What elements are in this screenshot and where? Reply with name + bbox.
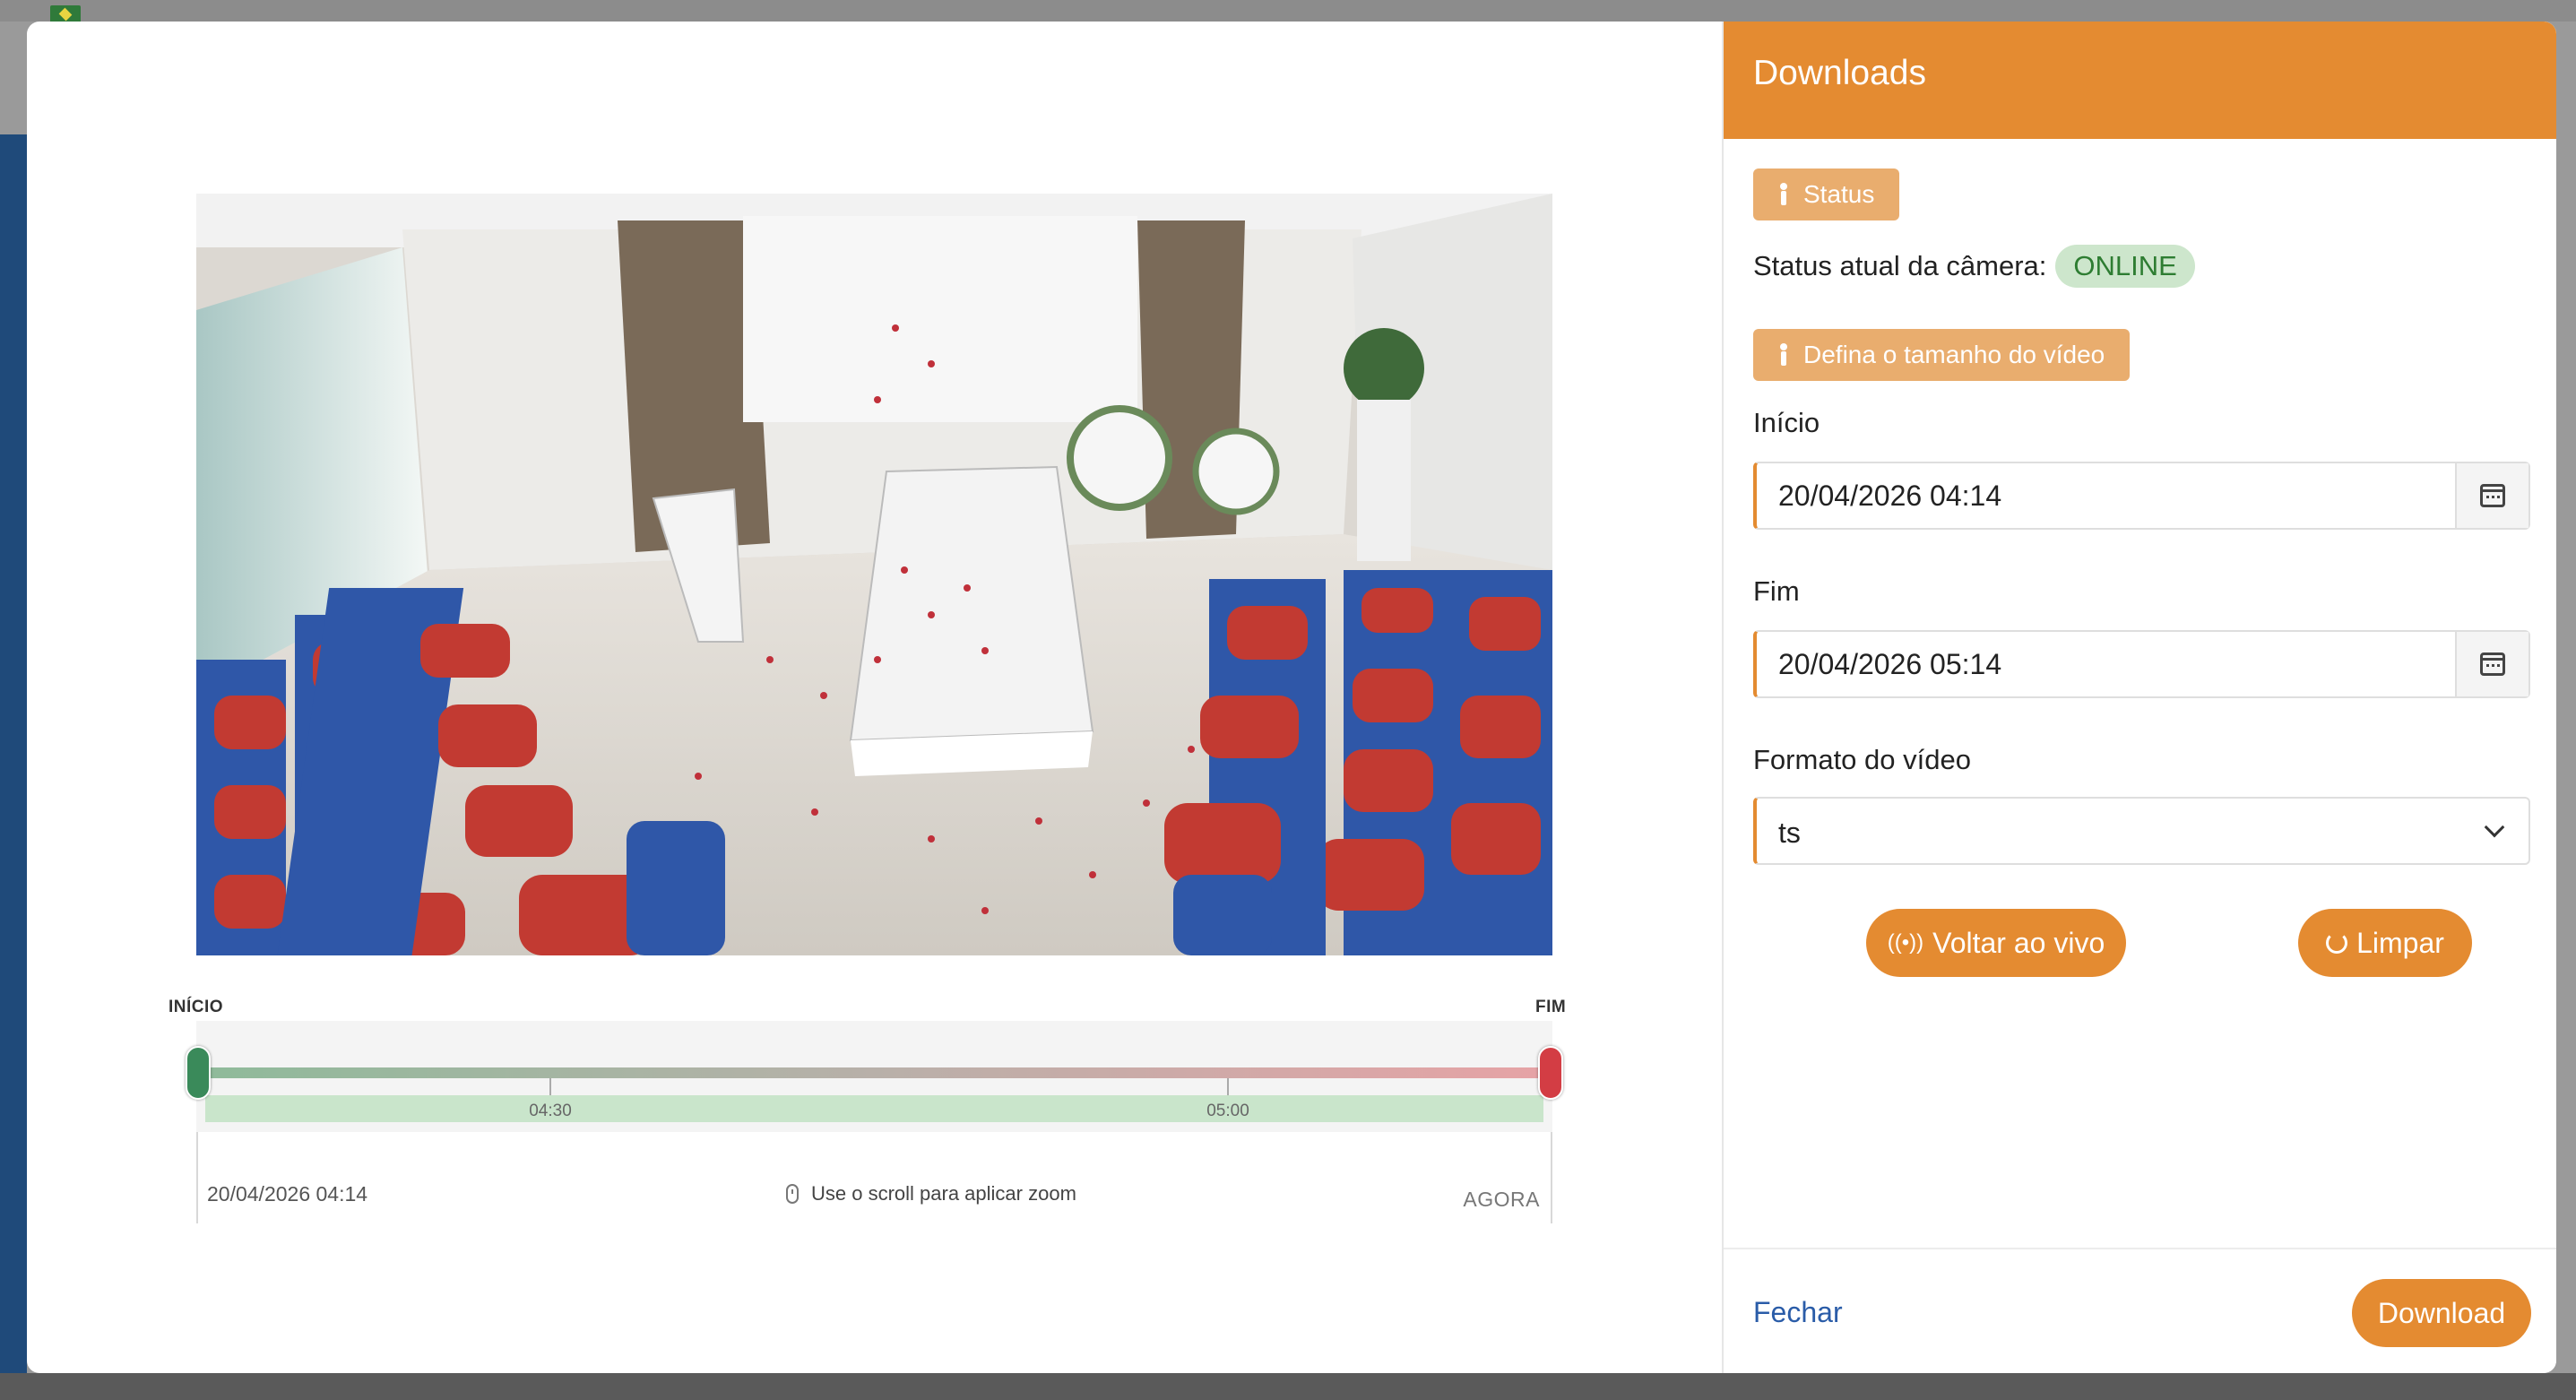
person-icon [1776, 183, 1791, 206]
panel-footer: Fechar Download [1724, 1248, 2556, 1373]
end-calendar-button[interactable] [2455, 632, 2528, 696]
timeline-start-marker: INÍCIO [169, 998, 224, 1016]
status-chip-label: Status [1803, 180, 1875, 208]
back-to-live-button[interactable]: ((•)) Voltar ao vivo [1866, 909, 2126, 977]
camera-status: Status atual da câmera: ONLINE [1753, 245, 2195, 288]
chevron-down-icon [2484, 817, 2505, 838]
start-datetime-field [1753, 462, 2530, 530]
download-button[interactable]: Download [2352, 1279, 2531, 1347]
status-chip: Status [1753, 169, 1900, 220]
start-label: Início [1753, 407, 1820, 438]
timeline-tick [1227, 1078, 1229, 1095]
clear-button-label: Limpar [2356, 926, 2444, 959]
timeline-start-datetime: 20/04/2026 04:14 [207, 1182, 368, 1206]
format-label: Formato do vídeo [1753, 744, 1971, 775]
end-datetime-input[interactable] [1757, 632, 2455, 696]
calendar-icon [2480, 484, 2505, 507]
end-datetime-field [1753, 630, 2530, 698]
close-link[interactable]: Fechar [1753, 1296, 1843, 1329]
clear-button[interactable]: Limpar [2298, 909, 2472, 977]
timeline-footer: 20/04/2026 04:14 Use o scroll para aplic… [196, 1132, 1552, 1223]
timeline-start-handle[interactable] [186, 1046, 211, 1100]
timeline-end-handle[interactable] [1538, 1046, 1563, 1100]
timeline-track[interactable]: 04:30 05:00 [186, 1021, 1563, 1132]
start-calendar-button[interactable] [2455, 463, 2528, 528]
panel-header: Downloads [1724, 22, 2556, 139]
zoom-hint-text: Use o scroll para aplicar zoom [811, 1182, 1076, 1205]
timeline-tick [549, 1078, 551, 1095]
camera-frame-image [196, 194, 1552, 955]
flag-icon [50, 5, 81, 23]
format-select[interactable]: ts [1753, 797, 2530, 865]
start-datetime-input[interactable] [1757, 463, 2455, 528]
backdrop-bottom [0, 1373, 2576, 1400]
calendar-icon [2480, 652, 2505, 676]
live-signal-icon: ((•)) [1887, 930, 1924, 955]
video-size-chip: Defina o tamanho do vídeo [1753, 329, 2131, 381]
panel-title: Downloads [1753, 54, 1926, 92]
timeline-bar[interactable] [205, 1067, 1543, 1078]
zoom-hint: Use o scroll para aplicar zoom [786, 1182, 1076, 1206]
timeline-selected-range [205, 1095, 1543, 1122]
back-to-live-label: Voltar ao vivo [1932, 926, 2105, 959]
timeline-end-marker: FIM [1535, 998, 1567, 1016]
video-size-chip-label: Defina o tamanho do vídeo [1803, 341, 2105, 368]
camera-video-player[interactable] [196, 194, 1552, 955]
camera-status-label: Status atual da câmera: [1753, 250, 2047, 281]
backdrop-sidebar [0, 134, 27, 1389]
person-icon [1776, 343, 1791, 367]
downloads-panel: Downloads Status Status atual da câmera:… [1722, 22, 2556, 1373]
refresh-icon [2326, 932, 2348, 954]
end-label: Fim [1753, 575, 1800, 607]
timeline-tick-label: 05:00 [1206, 1102, 1249, 1120]
now-button[interactable]: AGORA [1463, 1188, 1540, 1212]
format-select-value: ts [1778, 817, 1801, 849]
backdrop-top [0, 0, 2576, 22]
timeline-tick-label: 04:30 [529, 1102, 572, 1120]
download-modal: INÍCIO FIM 04:30 05:00 20/04/2026 04:14 … [27, 22, 2556, 1373]
mouse-icon [786, 1184, 799, 1204]
status-badge: ONLINE [2055, 245, 2195, 288]
